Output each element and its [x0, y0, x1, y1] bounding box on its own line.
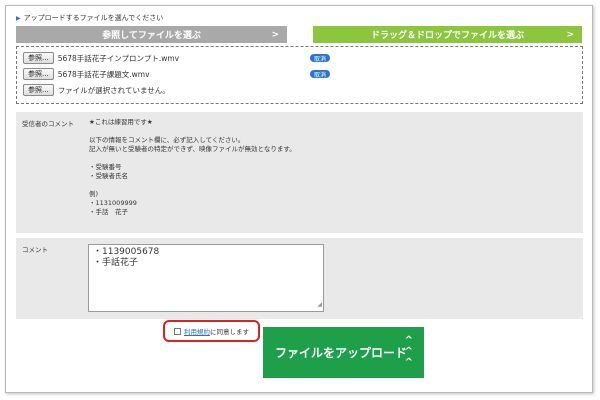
triangle-right-icon: ▶ [16, 14, 21, 22]
message-line: 以下の情報をコメント欄に、必ず記入してください。 [89, 136, 245, 144]
comment-line: ・手話花子 [93, 258, 139, 268]
agree-text: に同意します [210, 328, 249, 336]
upload-notice-text: アップロードするファイルを選んでください [23, 14, 164, 22]
message-line: 記入が無いと受験者の特定ができず、映像ファイルが無効となります。 [89, 145, 296, 153]
message-line: ★これは練習用です★ [89, 118, 153, 126]
message-line [89, 127, 296, 136]
upload-button-label: ファイルをアップロード [275, 346, 408, 360]
agree-terms: 利用規約に同意します [163, 320, 260, 342]
message-line: ・1131009999 [89, 199, 137, 207]
chevron-right-icon: > [271, 29, 279, 40]
message-line: ・手話 花子 [89, 208, 128, 216]
message-line: ・受験番号 [89, 163, 122, 171]
upload-file-button[interactable]: ファイルをアップロード ^ ^ ^ [263, 327, 424, 378]
file-row: 参照... ファイルが選択されていません。 [23, 84, 170, 96]
file-name: 5678手話花子インプロンプト.wmv [57, 53, 180, 63]
cancel-file-button[interactable]: 取消 [310, 70, 331, 79]
browse-file-button[interactable]: 参照... [23, 68, 54, 80]
upload-arrows-icon: ^ ^ ^ [404, 335, 413, 368]
browse-file-button[interactable]: 参照... [23, 84, 54, 96]
terms-link[interactable]: 利用規約 [184, 328, 210, 336]
message-line [89, 154, 296, 163]
drag-drop-mode-label: ドラッグ＆ドロップでファイルを選ぶ [370, 31, 524, 41]
resize-grip-icon[interactable]: ◢ [317, 299, 322, 310]
message-line: ・受験者氏名 [89, 172, 128, 180]
chevron-right-icon: > [566, 29, 574, 40]
file-name: 5678手話花子課題文.wmv [57, 69, 150, 79]
drag-drop-mode-tab[interactable]: ドラッグ＆ドロップでファイルを選ぶ > [313, 26, 582, 43]
browse-file-button[interactable]: 参照... [23, 52, 54, 64]
message-line: 例) [89, 190, 99, 198]
recipient-comment-panel: 受信者のコメント ★これは練習用です★ 以下の情報をコメント欄に、必ず記入してく… [16, 112, 583, 233]
agree-checkbox[interactable] [174, 327, 181, 335]
file-row: 参照... 5678手話花子課題文.wmv [23, 68, 150, 80]
comment-textarea[interactable]: ・1139005678 ・手話花子 ◢ [88, 244, 324, 312]
recipient-comment-label: 受信者のコメント [22, 120, 74, 128]
comment-label: コメント [22, 246, 48, 254]
browse-mode-label: 参照してファイルを選ぶ [102, 31, 201, 41]
recipient-message: ★これは練習用です★ 以下の情報をコメント欄に、必ず記入してください。 記入が無… [89, 118, 296, 217]
comment-panel: コメント ・1139005678 ・手話花子 ◢ [16, 238, 583, 319]
upload-notice: ▶ アップロードするファイルを選んでください [16, 13, 163, 23]
file-name: ファイルが選択されていません。 [57, 85, 170, 95]
browse-mode-tab[interactable]: 参照してファイルを選ぶ > [16, 26, 287, 43]
file-row: 参照... 5678手話花子インプロンプト.wmv [23, 52, 179, 64]
message-line [89, 181, 296, 190]
comment-line: ・1139005678 [93, 247, 160, 257]
cancel-file-button[interactable]: 取消 [310, 54, 331, 63]
file-list-box: 参照... 5678手話花子インプロンプト.wmv 取消 参照... 5678手… [16, 46, 583, 104]
